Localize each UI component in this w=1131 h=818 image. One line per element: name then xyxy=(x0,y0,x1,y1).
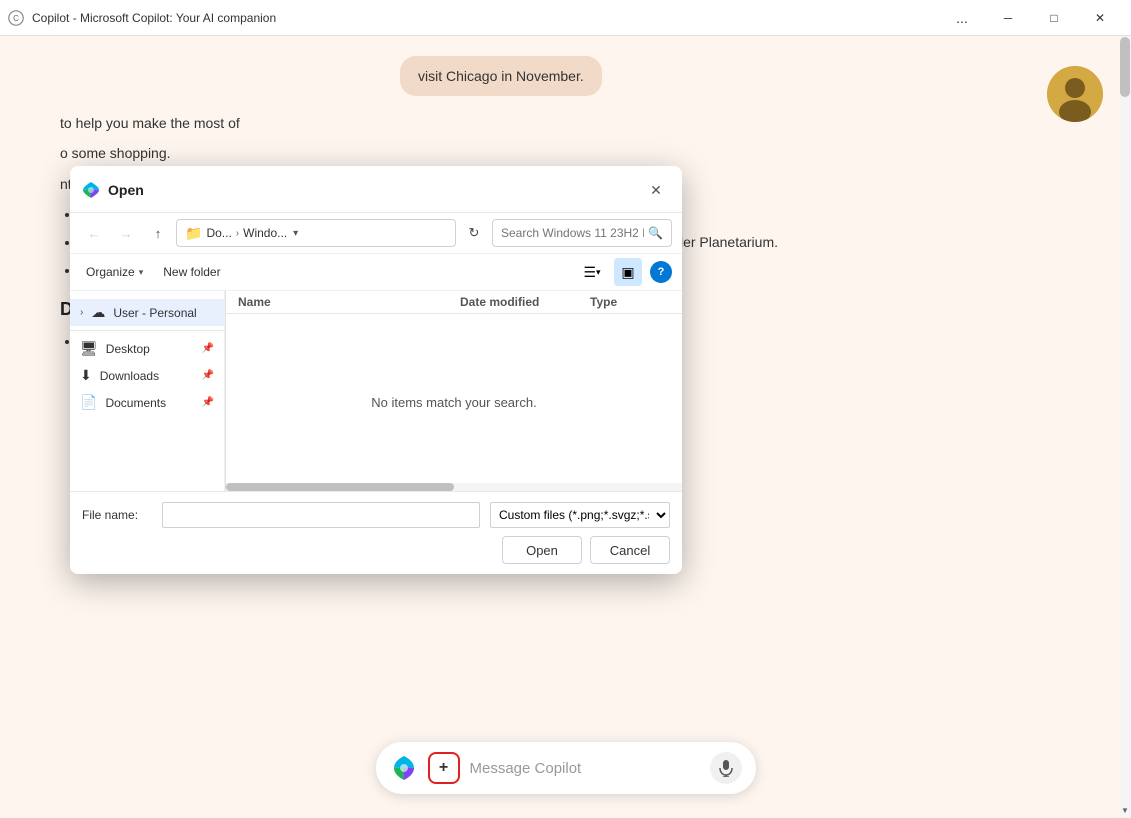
breadcrumb-separator1: › xyxy=(236,228,239,239)
dialog-file-area: Name Date modified Type No items match y… xyxy=(226,291,682,491)
filename-input[interactable] xyxy=(162,502,480,528)
file-list-header: Name Date modified Type xyxy=(226,291,682,314)
filename-label: File name: xyxy=(82,508,152,522)
mic-icon xyxy=(717,759,735,777)
window-controls: ... ─ □ ✕ xyxy=(939,0,1123,36)
dialog-title-left: Open xyxy=(82,181,144,199)
breadcrumb-dropdown-icon[interactable]: ▾ xyxy=(293,228,298,239)
file-area-scrollbar[interactable] xyxy=(226,483,682,491)
thumbnail-view-button[interactable]: ▣ xyxy=(614,258,642,286)
nav-forward-button[interactable]: → xyxy=(112,219,140,247)
breadcrumb-bar[interactable]: 📁 Do... › Windo... ▾ xyxy=(176,219,456,247)
pin-icon-documents: 📌 xyxy=(202,397,214,408)
search-box[interactable]: 🔍 xyxy=(492,219,672,247)
search-input[interactable] xyxy=(501,226,644,240)
input-bar: + Message Copilot xyxy=(376,742,756,794)
dialog-body: › ☁ User - Personal 🖥 Desktop 📌 ⬇ Downlo… xyxy=(70,291,682,491)
list-view-icon: ☰ xyxy=(583,264,596,281)
file-area-scrollbar-thumb[interactable] xyxy=(226,483,454,491)
expand-icon: › xyxy=(80,307,83,318)
col-type-header: Type xyxy=(590,295,670,309)
pin-icon-downloads: 📌 xyxy=(202,370,214,381)
sidebar-item-user-personal[interactable]: › ☁ User - Personal xyxy=(70,299,224,326)
copilot-logo-icon xyxy=(390,754,418,782)
footer-buttons: Open Cancel xyxy=(82,536,670,564)
dialog-footer: File name: Custom files (*.png;*.svgz;*.… xyxy=(70,491,682,574)
microphone-button[interactable] xyxy=(710,752,742,784)
pin-icon-desktop: 📌 xyxy=(202,343,214,354)
thumbnail-icon: ▣ xyxy=(621,264,634,281)
sidebar-label-desktop: Desktop xyxy=(106,342,194,356)
dialog-toolbar: Organize ▾ New folder ☰ ▾ ▣ ? xyxy=(70,254,682,291)
breadcrumb-part2: Windo... xyxy=(243,226,287,240)
sidebar-label-documents: Documents xyxy=(105,396,193,410)
dialog-title-text: Open xyxy=(108,182,144,198)
minimize-button[interactable]: ─ xyxy=(985,0,1031,36)
dialog-close-button[interactable]: ✕ xyxy=(642,176,670,204)
app-title: Copilot - Microsoft Copilot: Your AI com… xyxy=(32,11,276,25)
nav-refresh-button[interactable]: ↻ xyxy=(460,219,488,247)
desktop-icon: 🖥 xyxy=(80,340,98,357)
col-date-header: Date modified xyxy=(460,295,590,309)
assistant-intro-text: to help you make the most of xyxy=(60,112,1059,134)
message-input[interactable]: Message Copilot xyxy=(470,760,700,777)
sidebar-divider xyxy=(70,330,224,331)
scroll-down-arrow[interactable]: ▼ xyxy=(1119,802,1131,818)
cloud-icon: ☁ xyxy=(91,304,105,321)
new-folder-button[interactable]: New folder xyxy=(157,261,226,283)
footer-filename-row: File name: Custom files (*.png;*.svgz;*.… xyxy=(82,502,670,528)
scrollbar[interactable]: ▲ ▼ xyxy=(1119,36,1131,818)
svg-text:C: C xyxy=(13,14,19,23)
sidebar-label-user-personal: User - Personal xyxy=(113,306,214,320)
maximize-button[interactable]: □ xyxy=(1031,0,1077,36)
help-button[interactable]: ? xyxy=(650,261,672,283)
main-content: ▲ ▼ visit Chicago in November. to help y… xyxy=(0,36,1131,818)
breadcrumb-part1: Do... xyxy=(206,226,231,240)
open-button[interactable]: Open xyxy=(502,536,582,564)
folder-icon: 📁 xyxy=(185,225,202,242)
nav-up-button[interactable]: ↑ xyxy=(144,219,172,247)
plus-icon: + xyxy=(439,759,448,777)
dialog-sidebar: › ☁ User - Personal 🖥 Desktop 📌 ⬇ Downlo… xyxy=(70,291,225,491)
view-dropdown-icon: ▾ xyxy=(596,267,601,278)
sidebar-item-downloads[interactable]: ⬇ Downloads 📌 xyxy=(70,362,224,389)
cancel-button[interactable]: Cancel xyxy=(590,536,670,564)
open-file-dialog: Open ✕ ← → ↑ 📁 Do... › Windo... ▾ ↻ 🔍 xyxy=(70,166,682,574)
file-list-empty-message: No items match your search. xyxy=(226,314,682,491)
sidebar-label-downloads: Downloads xyxy=(100,369,194,383)
close-button[interactable]: ✕ xyxy=(1077,0,1123,36)
organize-dropdown-icon: ▾ xyxy=(139,267,144,278)
documents-icon: 📄 xyxy=(80,394,97,411)
filetype-select[interactable]: Custom files (*.png;*.svgz;*.svg xyxy=(490,502,670,528)
user-bubble-text: visit Chicago in November. xyxy=(418,68,584,84)
sidebar-item-desktop[interactable]: 🖥 Desktop 📌 xyxy=(70,335,224,362)
dialog-copilot-icon xyxy=(82,181,100,199)
more-options-button[interactable]: ... xyxy=(939,0,985,36)
copilot-app-icon: C xyxy=(8,10,24,26)
user-chat-bubble: visit Chicago in November. xyxy=(400,56,602,96)
organize-label: Organize xyxy=(86,265,135,279)
dialog-title-bar: Open ✕ xyxy=(70,166,682,213)
input-bar-container: + Message Copilot xyxy=(376,742,756,794)
title-bar: C Copilot - Microsoft Copilot: Your AI c… xyxy=(0,0,1131,36)
col-name-header: Name xyxy=(238,295,460,309)
organize-button[interactable]: Organize ▾ xyxy=(80,261,149,283)
title-bar-left: C Copilot - Microsoft Copilot: Your AI c… xyxy=(8,10,276,26)
assistant-mid-text: o some shopping. xyxy=(60,142,1059,164)
new-folder-label: New folder xyxy=(163,265,220,279)
add-attachment-button[interactable]: + xyxy=(428,752,460,784)
dialog-nav-bar: ← → ↑ 📁 Do... › Windo... ▾ ↻ 🔍 xyxy=(70,213,682,254)
scroll-thumb[interactable] xyxy=(1120,37,1130,97)
downloads-icon: ⬇ xyxy=(80,367,92,384)
list-view-button[interactable]: ☰ ▾ xyxy=(578,258,606,286)
nav-back-button[interactable]: ← xyxy=(80,219,108,247)
search-icon[interactable]: 🔍 xyxy=(648,226,663,240)
sidebar-item-documents[interactable]: 📄 Documents 📌 xyxy=(70,389,224,416)
